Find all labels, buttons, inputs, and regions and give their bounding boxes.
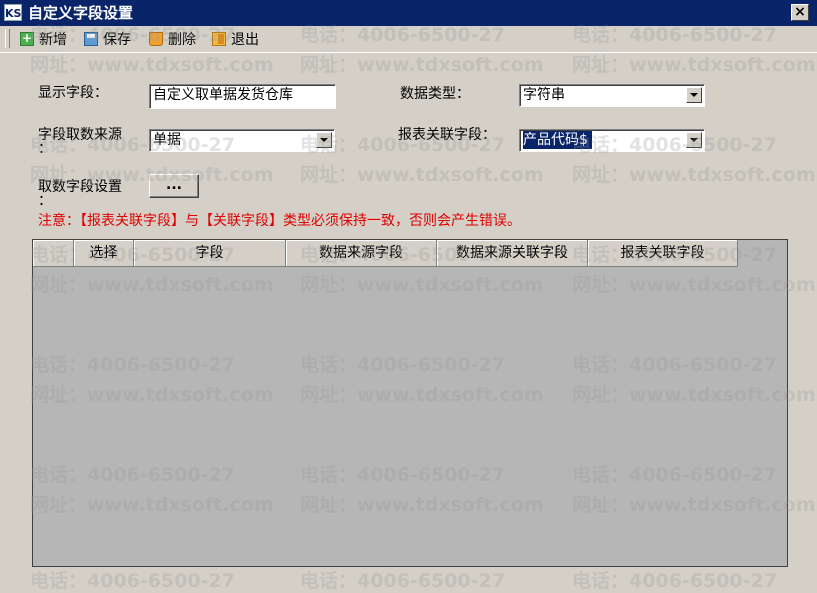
display-field-label: 显示字段： (38, 85, 108, 101)
data-type-label: 数据类型： (400, 86, 470, 102)
report-link-select[interactable]: 产品代码$ (519, 129, 705, 152)
close-button[interactable]: × (791, 4, 809, 21)
watermark-phone: 电话：4006-6500-27 (300, 570, 505, 592)
watermark-site: 网址：www.tdxsoft.com (572, 54, 816, 76)
toolbar: + 新增 保存 删除 退出 (0, 26, 817, 53)
fetch-setting-label: 取数字段设置 ： (38, 178, 122, 210)
window-title: 自定义字段设置 (28, 4, 134, 22)
watermark-phone: 电话：4006-6500-27 (572, 570, 777, 592)
add-button[interactable]: + 新增 (20, 29, 67, 49)
delete-button[interactable]: 删除 (149, 29, 196, 49)
fetch-setting-button[interactable]: ... (149, 174, 199, 198)
chevron-down-icon[interactable] (686, 132, 702, 148)
delete-button-label: 删除 (168, 32, 196, 48)
notice-text: 注意：【报表关联字段】与【关联字段】类型必须保持一致，否则会产生错误。 (38, 213, 521, 229)
chevron-down-icon[interactable] (686, 87, 702, 103)
column-header-source-link-field[interactable]: 数据来源关联字段 (437, 240, 588, 267)
column-header-source-field[interactable]: 数据来源字段 (286, 240, 437, 267)
source-value: 单据 (153, 132, 181, 148)
save-button[interactable]: 保存 (84, 29, 131, 49)
delete-icon (149, 32, 163, 46)
watermark-site: 网址：www.tdxsoft.com (30, 54, 274, 76)
field-table[interactable]: 选择 字段 数据来源字段 数据来源关联字段 报表关联字段 (32, 239, 788, 567)
column-header-field[interactable]: 字段 (134, 240, 286, 267)
watermark-site: 网址：www.tdxsoft.com (572, 164, 816, 186)
table-header: 选择 字段 数据来源字段 数据来源关联字段 报表关联字段 (33, 240, 738, 267)
exit-button[interactable]: 退出 (212, 29, 259, 49)
report-link-value: 产品代码$ (523, 131, 592, 149)
source-label: 字段取数来源 ： (38, 126, 122, 158)
column-header-report-link-field[interactable]: 报表关联字段 (588, 240, 738, 267)
watermark-site: 网址：www.tdxsoft.com (300, 164, 544, 186)
exit-icon (212, 32, 226, 46)
title-bar: KS 自定义字段设置 × (0, 0, 817, 26)
data-type-select[interactable]: 字符串 (519, 84, 705, 107)
watermark-site: 网址：www.tdxsoft.com (300, 54, 544, 76)
display-field-input[interactable]: 自定义取单据发货仓库 (149, 84, 336, 109)
exit-button-label: 退出 (231, 32, 259, 48)
data-type-value: 字符串 (523, 87, 565, 103)
watermark-phone: 电话：4006-6500-27 (30, 570, 235, 592)
save-icon (84, 32, 98, 46)
chevron-down-icon[interactable] (316, 132, 332, 148)
toolbar-grip[interactable] (5, 29, 10, 48)
source-select[interactable]: 单据 (149, 129, 335, 152)
add-icon: + (20, 31, 34, 46)
app-logo-icon: KS (4, 4, 22, 21)
row-indicator-header (33, 240, 74, 267)
save-button-label: 保存 (103, 32, 131, 48)
column-header-select[interactable]: 选择 (74, 240, 134, 267)
report-link-label: 报表关联字段： (398, 127, 496, 143)
add-button-label: 新增 (39, 32, 67, 48)
